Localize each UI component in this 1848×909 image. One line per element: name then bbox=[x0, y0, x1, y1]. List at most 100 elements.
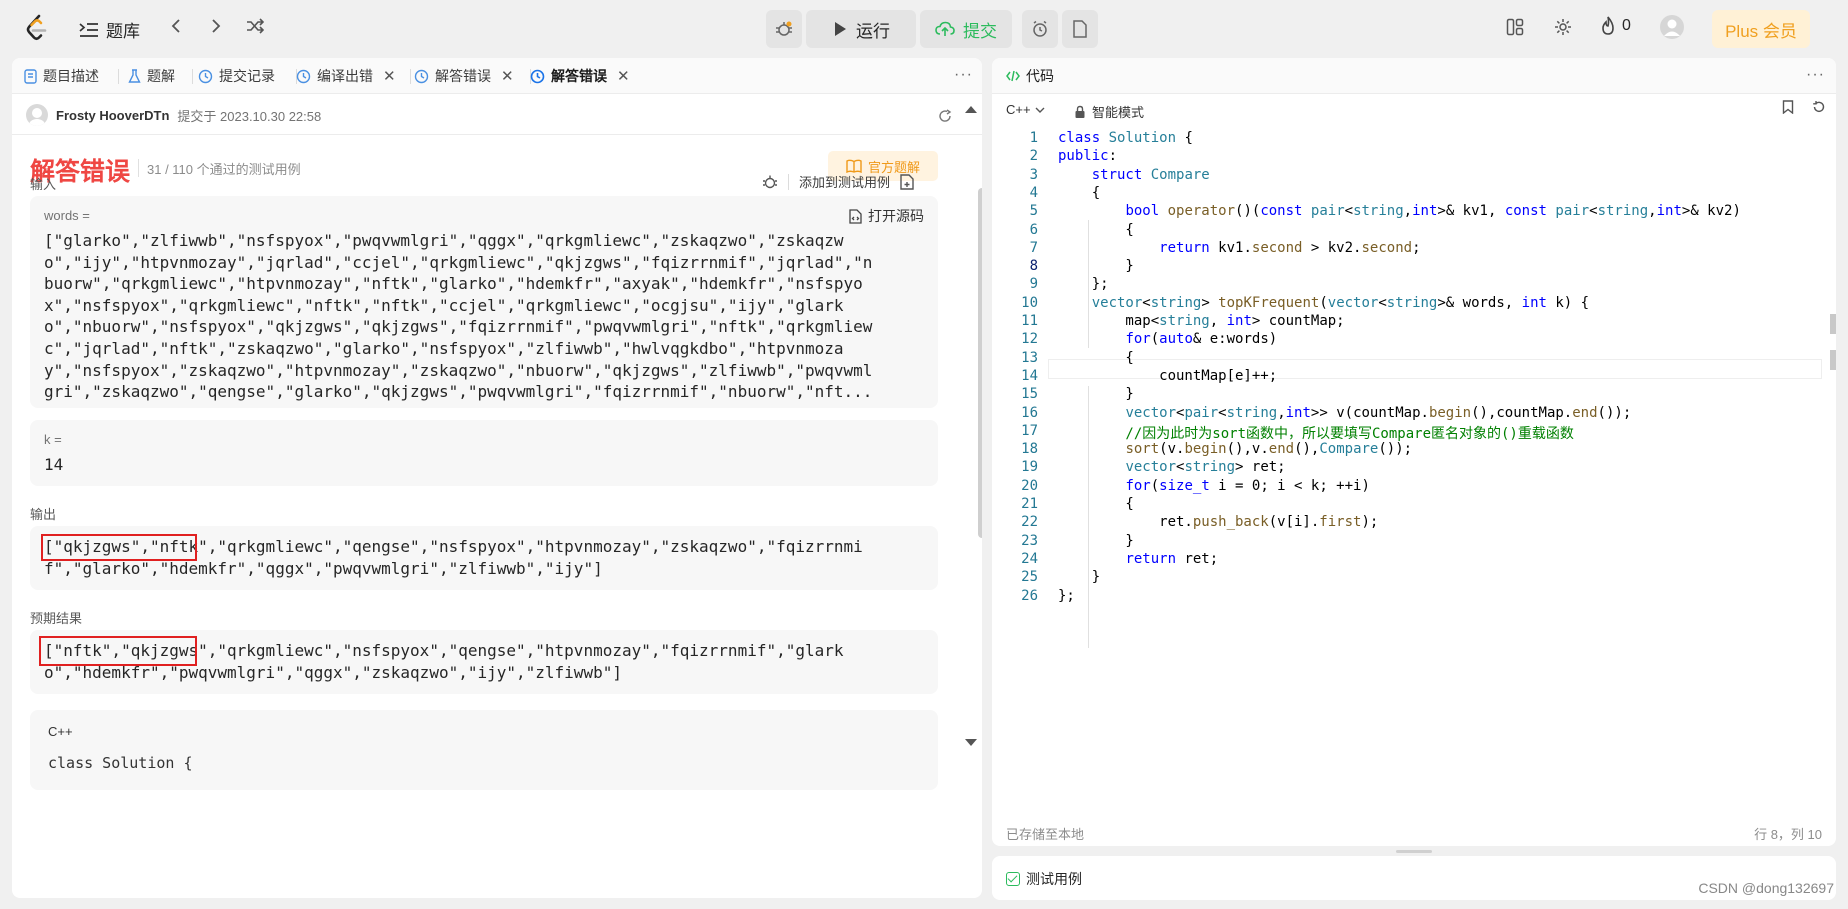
highlight-box bbox=[41, 534, 197, 561]
tab-wrong-answer-2[interactable]: 解答错误 ✕ bbox=[530, 58, 630, 94]
streak-counter[interactable]: 0 bbox=[1600, 16, 1631, 36]
smart-mode-label: 智能模式 bbox=[1092, 105, 1145, 120]
output-box: ["qkjzgws","nftk","qrkgmliewc","qengse",… bbox=[30, 526, 938, 590]
open-source-button[interactable]: 打开源码 bbox=[849, 206, 924, 226]
k-label: k = bbox=[44, 432, 62, 447]
editor-actions bbox=[1782, 100, 1826, 114]
line-number: 12 bbox=[1021, 331, 1038, 348]
code-line: ret.push_back(v[i].first); bbox=[1058, 514, 1379, 531]
line-number: 11 bbox=[1021, 313, 1038, 329]
language-label: C++ bbox=[1006, 102, 1031, 117]
add-to-testcase-button[interactable]: 添加到测试用例 bbox=[799, 172, 890, 191]
line-number: 16 bbox=[1021, 404, 1038, 421]
divider bbox=[12, 134, 982, 135]
close-tab-icon[interactable]: ✕ bbox=[501, 67, 514, 85]
input-tools: 添加到测试用例 bbox=[762, 172, 914, 191]
submitter-name[interactable]: Frosty HooverDTn bbox=[56, 108, 169, 123]
line-number: 10 bbox=[1021, 294, 1038, 311]
share-icon[interactable] bbox=[938, 109, 952, 123]
add-file-icon[interactable] bbox=[900, 173, 914, 190]
scrollbar-marker bbox=[1830, 314, 1836, 334]
words-label: words = bbox=[44, 208, 90, 223]
line-number: 2 bbox=[1029, 148, 1038, 165]
tab-description[interactable]: 题目描述 bbox=[24, 58, 99, 94]
code-preview: class Solution { bbox=[48, 754, 193, 772]
problem-list-button[interactable]: 题库 bbox=[78, 17, 140, 42]
words-line: c","jqrlad","nftk","zskaqzwo","glarko","… bbox=[44, 338, 844, 358]
line-number: 23 bbox=[1021, 532, 1038, 549]
line-number: 26 bbox=[1021, 587, 1038, 604]
line-number: 8 bbox=[1029, 258, 1038, 275]
debug-button[interactable] bbox=[766, 10, 802, 48]
code-line: public: bbox=[1058, 148, 1118, 165]
tab-wrong-answer-1[interactable]: 解答错误 ✕ bbox=[414, 58, 514, 94]
words-line: o","nbuorw","nsfspyox","qkjzgws","qkjzgw… bbox=[44, 317, 873, 337]
more-options-icon[interactable]: ··· bbox=[1806, 66, 1825, 84]
words-line: y","nsfspyox","zskaqzwo","htpvnmozay","z… bbox=[44, 360, 873, 380]
random-problem-button[interactable] bbox=[246, 18, 264, 34]
bookmark-icon[interactable] bbox=[1782, 100, 1794, 114]
words-line: o","ijy","htpvnmozay","jqrlad","ccjel","… bbox=[44, 252, 873, 272]
tab-divider bbox=[192, 69, 193, 84]
lock-icon bbox=[1074, 105, 1086, 119]
code-line: }; bbox=[1058, 276, 1109, 293]
save-status: 已存储至本地 bbox=[1006, 827, 1085, 842]
code-line: map<string, int> countMap; bbox=[1058, 313, 1345, 329]
submission-panel: 题目描述 题解 提交记录 编译出错 ✕ 解答错误 ✕ 解答错误 ✕ ··· Fr… bbox=[12, 58, 982, 898]
tab-solutions[interactable]: 题解 bbox=[128, 58, 175, 94]
line-number: 15 bbox=[1021, 386, 1038, 403]
avatar[interactable] bbox=[26, 104, 48, 126]
submission-time: 提交于 2023.10.30 22:58 bbox=[177, 108, 322, 124]
code-line: }; bbox=[1058, 587, 1075, 604]
timer-button[interactable] bbox=[1022, 10, 1058, 48]
open-source-label: 打开源码 bbox=[868, 208, 924, 224]
layout-button[interactable] bbox=[1506, 18, 1524, 36]
cloud-upload-icon bbox=[935, 21, 955, 37]
scrollbar[interactable] bbox=[978, 188, 982, 538]
line-number: 5 bbox=[1029, 203, 1038, 220]
language-select[interactable]: C++ bbox=[1006, 102, 1045, 117]
tab-wrong-answer-1-label: 解答错误 bbox=[435, 68, 491, 84]
tab-code[interactable]: 代码 bbox=[1006, 58, 1054, 94]
layout-icon bbox=[1506, 18, 1524, 36]
reset-icon[interactable] bbox=[1812, 100, 1826, 114]
next-problem-button[interactable] bbox=[210, 18, 222, 34]
leetcode-logo-icon[interactable] bbox=[24, 14, 50, 42]
run-button[interactable]: 运行 bbox=[806, 10, 916, 48]
line-number: 3 bbox=[1029, 166, 1038, 183]
words-line: gri","zskaqzwo","qengse","glarko","qkjzg… bbox=[44, 382, 873, 402]
settings-button[interactable] bbox=[1554, 18, 1572, 36]
smart-mode-toggle[interactable]: 智能模式 bbox=[1074, 102, 1144, 121]
close-tab-icon[interactable]: ✕ bbox=[617, 67, 630, 85]
problem-list-label: 题库 bbox=[106, 22, 140, 41]
tab-submissions-label: 提交记录 bbox=[219, 68, 275, 84]
plus-membership-button[interactable]: Plus 会员 bbox=[1712, 10, 1810, 48]
scroll-down-icon[interactable] bbox=[964, 738, 978, 748]
k-input-box: k = 14 bbox=[30, 420, 938, 486]
code-line: return kv1.second > kv2.second; bbox=[1159, 239, 1421, 256]
code-line: //因为此时为sort函数中，所以要填写Compare匿名对象的()重载函数 bbox=[1058, 425, 1574, 442]
note-icon bbox=[1072, 20, 1088, 38]
debug-input-icon[interactable] bbox=[762, 174, 778, 190]
notes-button[interactable] bbox=[1062, 10, 1098, 48]
line-number: 18 bbox=[1021, 441, 1038, 458]
passed-testcases: 31 / 110 个通过的测试用例 bbox=[147, 162, 301, 177]
input-label: 输入 bbox=[30, 177, 57, 192]
bug-icon bbox=[775, 20, 793, 38]
panel-resize-handle[interactable] bbox=[1396, 850, 1432, 853]
line-number: 25 bbox=[1021, 569, 1038, 586]
left-tab-bar: 题目描述 题解 提交记录 编译出错 ✕ 解答错误 ✕ 解答错误 ✕ ··· bbox=[12, 58, 982, 94]
user-avatar[interactable] bbox=[1660, 15, 1684, 39]
more-options-icon[interactable]: ··· bbox=[954, 66, 973, 84]
prev-problem-button[interactable] bbox=[170, 18, 182, 34]
tab-submissions[interactable]: 提交记录 bbox=[198, 58, 275, 94]
code-line: } bbox=[1058, 532, 1134, 549]
scrollbar-marker bbox=[1830, 350, 1836, 370]
tab-testcase[interactable]: 测试用例 bbox=[1006, 869, 1082, 889]
tab-compile-error[interactable]: 编译出错 ✕ bbox=[296, 58, 396, 94]
submit-button[interactable]: 提交 bbox=[920, 10, 1012, 48]
line-number: 17 bbox=[1021, 422, 1038, 439]
tab-divider bbox=[410, 69, 411, 84]
close-tab-icon[interactable]: ✕ bbox=[383, 67, 396, 85]
scroll-up-icon[interactable] bbox=[964, 104, 978, 114]
